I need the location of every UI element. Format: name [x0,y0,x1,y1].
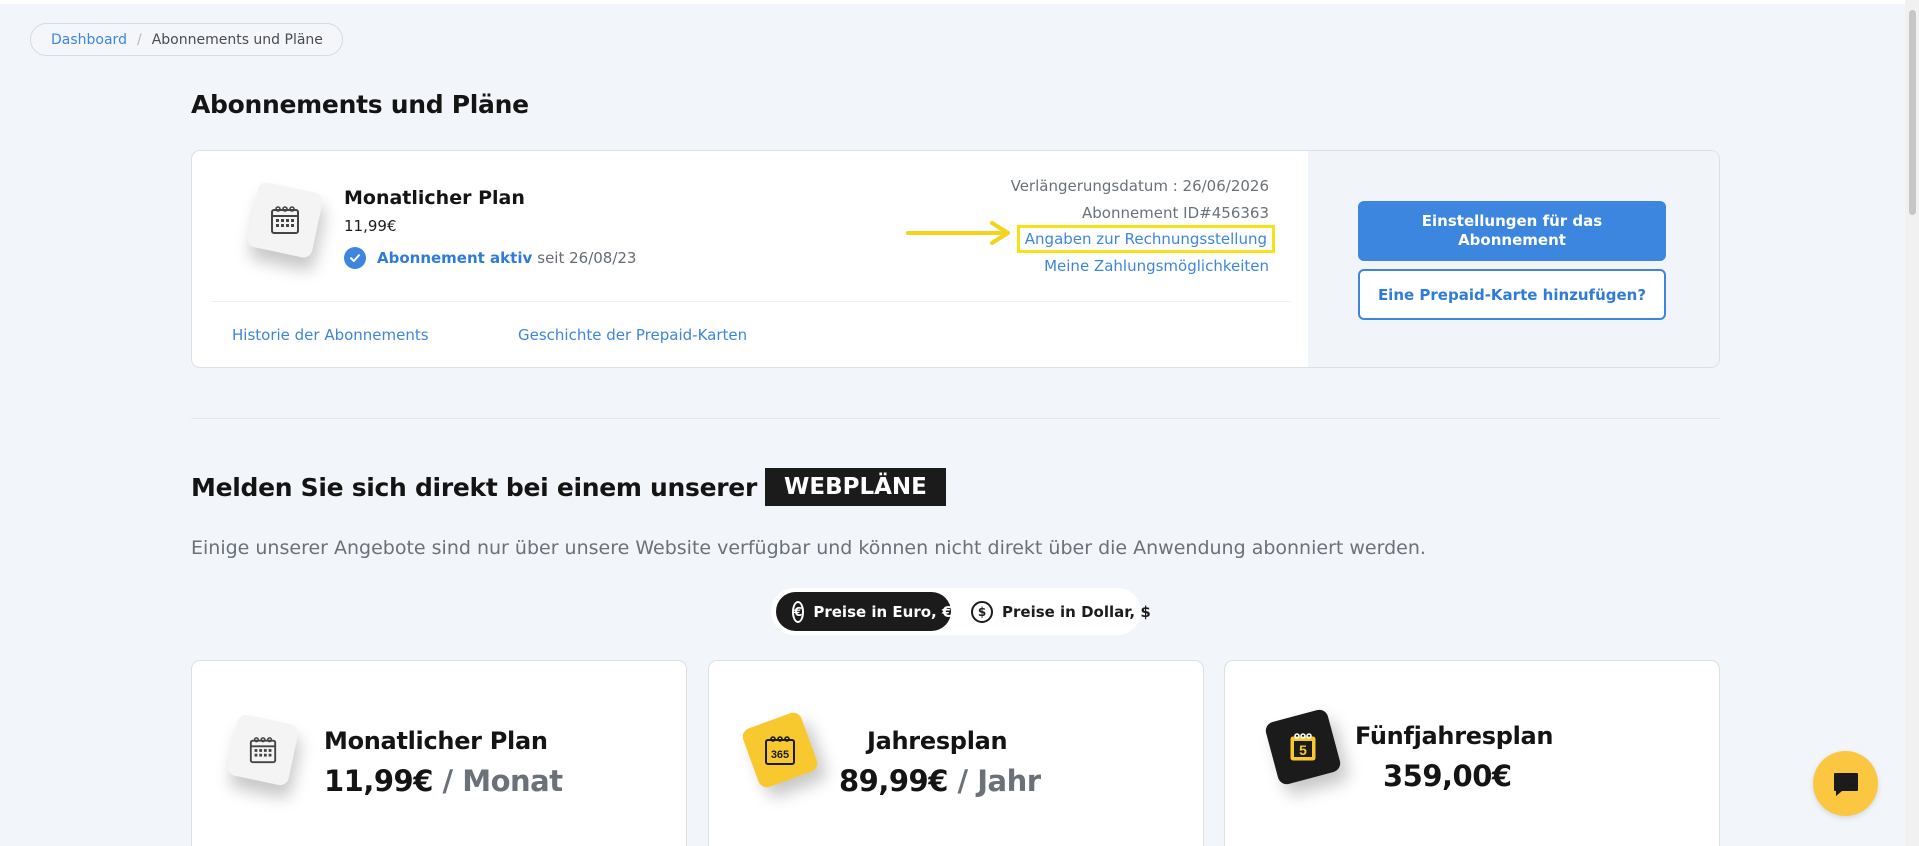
breadcrumb: Dashboard / Abonnements und Pläne [30,23,343,56]
plan-card-price: 359,00€ [1383,759,1512,793]
top-strip [0,0,1919,4]
plan-card-price: 11,99€ / Monat [324,764,563,798]
subscription-status-since: seit 26/08/23 [537,249,637,267]
web-plans-subtitle: Einige unserer Angebote sind nur über un… [191,537,1426,559]
prepaid-history-link[interactable]: Geschichte der Prepaid-Karten [518,326,747,344]
subscription-plan-name: Monatlicher Plan [344,187,525,209]
calendar-365-text: 365 [771,749,789,761]
currency-dollar-option[interactable]: $ Preise in Dollar, $ [955,592,1167,631]
scrollbar-thumb[interactable] [1909,10,1916,215]
plan-card-period: / Jahr [957,764,1042,798]
calendar-5-text: 5 [1299,742,1307,758]
subscription-settings-button[interactable]: Einstellungen für das Abonnement [1358,201,1666,261]
vertical-scrollbar[interactable] [1905,0,1919,846]
billing-details-link[interactable]: Angaben zur Rechnungsstellung [1016,225,1275,253]
payment-options-link[interactable]: Meine Zahlungsmöglichkeiten [1044,257,1269,275]
chat-button[interactable] [1813,751,1878,816]
web-plans-heading: Melden Sie sich direkt bei einem unserer… [191,468,946,506]
currency-euro-option[interactable]: € Preise in Euro, € [776,592,953,631]
plan-card-price-value: 11,99€ [324,764,433,798]
euro-icon: € [792,600,805,623]
subscription-plan-price: 11,99€ [344,217,397,235]
plan-card-title: Jahresplan [867,727,1008,755]
plan-card-monthly[interactable]: Monatlicher Plan 11,99€ / Monat [191,660,687,846]
currency-dollar-label: Preise in Dollar, $ [1002,602,1151,621]
breadcrumb-dashboard-link[interactable]: Dashboard [51,32,127,48]
plan-card-period: / Monat [442,764,564,798]
plan-card-title: Fünfjahresplan [1355,722,1554,750]
currency-euro-label: Preise in Euro, € [813,602,953,621]
plan-card-yearly[interactable]: 365 Jahresplan 89,99€ / Jahr [708,660,1204,846]
subscription-history-link[interactable]: Historie der Abonnements [232,326,429,344]
breadcrumb-separator: / [136,31,142,48]
renewal-date: Verlängerungsdatum : 26/06/2026 [1010,177,1269,195]
plan-card-five-year[interactable]: 5 Fünfjahresplan 359,00€ [1224,660,1720,846]
web-plans-heading-text: Melden Sie sich direkt bei einem unserer [191,472,757,502]
divider [211,301,1291,302]
calendar-icon [245,180,325,260]
dollar-icon: $ [971,600,993,623]
plan-card-title: Monatlicher Plan [324,727,548,755]
arrow-right-icon [906,221,1010,245]
subscription-status: Abonnement aktiv seit 26/08/23 [344,247,636,269]
page-title: Abonnements und Pläne [191,90,529,119]
breadcrumb-current: Abonnements und Pläne [151,31,323,48]
calendar-365-icon: 365 [740,710,820,790]
subscription-status-label: Abonnement aktiv [377,249,533,267]
plan-card-price: 89,99€ / Jahr [839,764,1041,798]
plan-card-price-value: 89,99€ [839,764,948,798]
check-circle-icon [344,247,366,269]
subscription-id: Abonnement ID#456363 [1081,204,1269,222]
calendar-5-icon: 5 [1263,707,1343,787]
calendar-icon [226,713,300,787]
chat-bubble-icon [1833,772,1858,796]
plan-card-price-value: 359,00€ [1383,759,1512,793]
add-prepaid-card-button[interactable]: Eine Prepaid-Karte hinzufügen? [1358,269,1666,320]
section-divider [191,418,1720,419]
currency-toggle: € Preise in Euro, € $ Preise in Dollar, … [771,588,1151,635]
web-plans-tag: WEBPLÄNE [765,468,946,506]
